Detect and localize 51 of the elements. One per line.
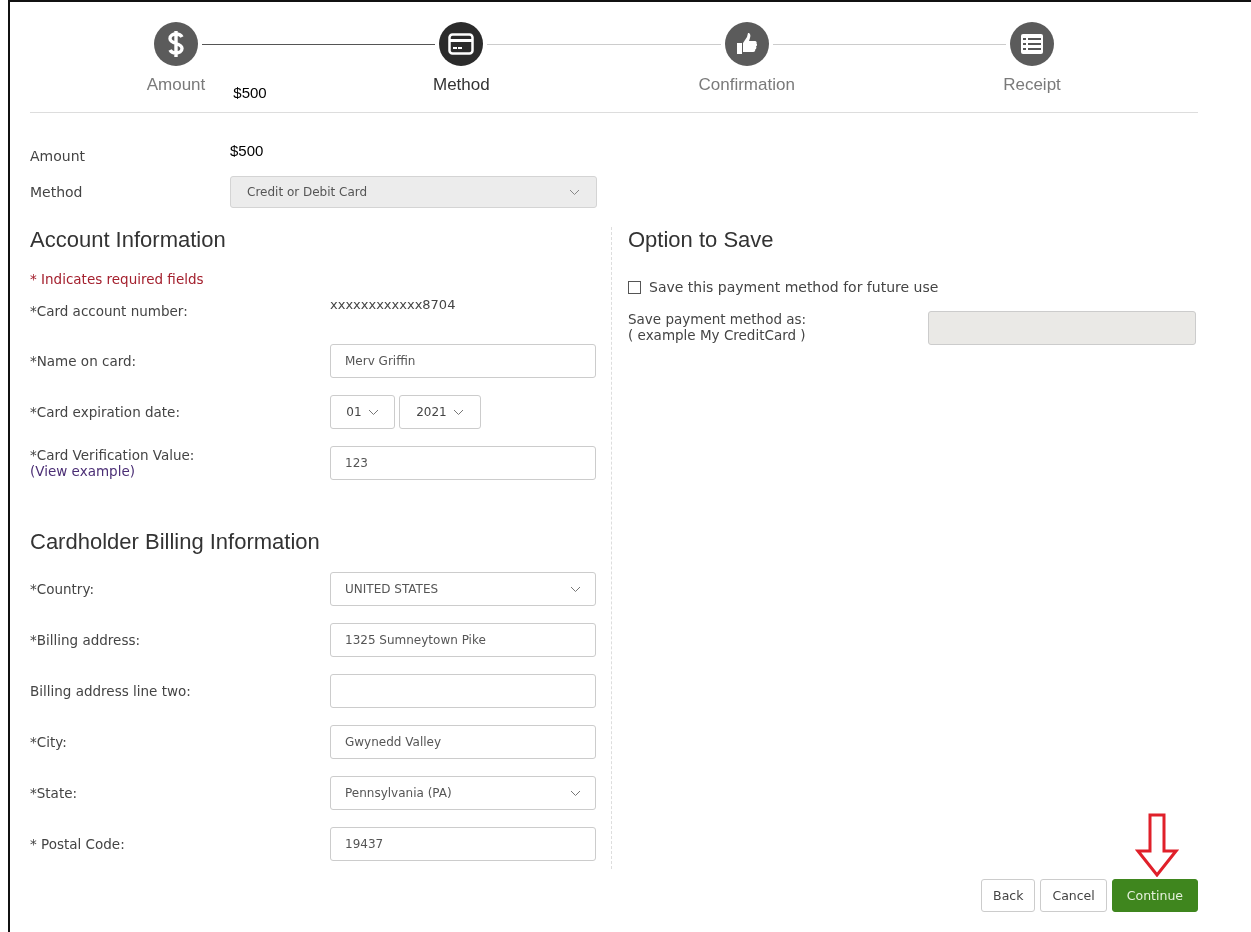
thumbs-up-icon <box>734 32 759 56</box>
section-heading: Option to Save <box>628 227 775 253</box>
field-hint: ( example My CreditCard ) <box>628 327 807 343</box>
chevron-down-icon <box>570 789 581 797</box>
field-label: *Card account number: <box>30 303 189 319</box>
field-label: *Card Verification Value: <box>30 447 196 463</box>
input-field[interactable]: 123 <box>330 446 596 480</box>
input-field[interactable]: 19437 <box>330 827 596 861</box>
step-label[interactable]: Amount <box>146 75 206 94</box>
card-number: xxxxxxxxxxxx8704 <box>330 297 456 312</box>
input-field[interactable]: 1325 Sumneytown Pike <box>330 623 596 657</box>
field-label: *Billing address: <box>30 632 142 648</box>
action-button[interactable]: Back <box>981 879 1036 912</box>
method-label: Method <box>30 184 84 200</box>
amount-note: $500 <box>233 84 267 101</box>
month-select[interactable]: 01 <box>330 395 395 429</box>
field-label: *City: <box>30 734 68 750</box>
field-label: Billing address line two: <box>30 683 192 699</box>
field-label: * Postal Code: <box>30 836 126 852</box>
field-label: *Country: <box>30 581 95 597</box>
required-note: * Indicates required fields <box>30 271 205 287</box>
year-select[interactable]: 2021 <box>399 395 481 429</box>
action-button[interactable]: Continue <box>1111 879 1198 912</box>
chevron-down-icon <box>570 585 581 593</box>
select-field[interactable]: UNITED STATES <box>330 572 596 606</box>
action-button[interactable]: Cancel <box>1040 879 1107 912</box>
amount-value: $500 <box>230 141 265 159</box>
input-field[interactable] <box>330 674 596 708</box>
step-label[interactable]: Confirmation <box>698 75 795 94</box>
chevron-down-icon <box>367 408 379 416</box>
select-field[interactable]: Pennsylvania (PA) <box>330 776 596 810</box>
section-heading: Account Information <box>30 227 227 253</box>
section-heading: Cardholder Billing Information <box>30 529 321 555</box>
view-example-link[interactable]: (View example) <box>30 463 330 479</box>
input-field[interactable]: Gwynedd Valley <box>330 725 596 759</box>
step-label[interactable]: Receipt <box>1003 75 1061 94</box>
method-select[interactable]: Credit or Debit Card <box>230 176 597 208</box>
step-label[interactable]: Method <box>433 75 490 94</box>
list-icon <box>1020 33 1044 55</box>
input-field[interactable]: Merv Griffin <box>330 344 596 378</box>
dollar-icon <box>166 30 186 58</box>
chevron-down-icon <box>569 188 580 196</box>
chevron-down-icon <box>452 408 464 416</box>
amount-label: Amount <box>30 148 86 164</box>
field-label: Save payment method as: <box>628 311 808 327</box>
field-label: *Card expiration date: <box>30 404 181 420</box>
field-label: *State: <box>30 785 79 801</box>
field-label: *Name on card: <box>30 353 138 369</box>
down-arrow-annotation <box>1135 813 1179 877</box>
credit-card-icon <box>448 33 475 55</box>
checkbox-label: Save this payment method for future use <box>649 279 939 295</box>
